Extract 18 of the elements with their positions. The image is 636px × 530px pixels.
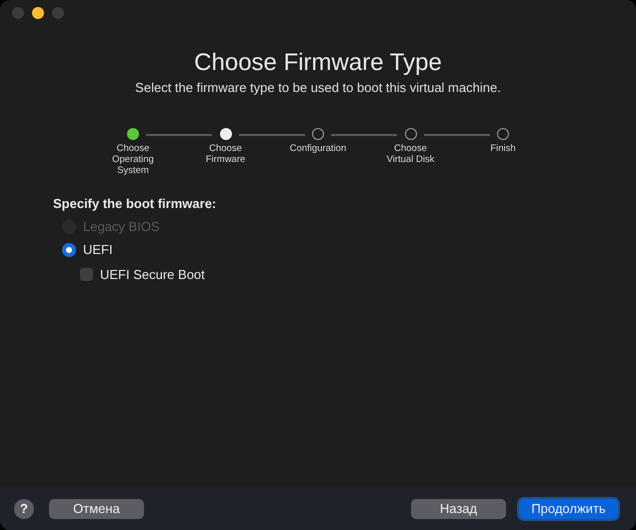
step-label: Choose Virtual Disk [386, 143, 436, 165]
close-light-icon[interactable] [12, 7, 24, 19]
section-heading: Specify the boot firmware: [53, 196, 216, 211]
step-label: Choose Operating System [111, 143, 155, 176]
zoom-light-icon[interactable] [52, 7, 64, 19]
secure-boot-checkbox[interactable]: UEFI Secure Boot [80, 267, 205, 282]
dialog-button[interactable]: Назад [411, 498, 506, 518]
help-button[interactable]: ? [14, 498, 34, 518]
step-label: Finish [489, 143, 517, 154]
continue-button[interactable]: Продолжить [519, 498, 618, 518]
dialog-button[interactable]: Отмена [49, 498, 144, 518]
radio-option: Legacy BIOS [62, 219, 160, 234]
subtitle: Select the firmware type to be used to boot this virtual machine. [135, 80, 501, 95]
radio-option[interactable]: UEFI [62, 242, 160, 257]
window-title: Choose Firmware Type [194, 49, 442, 77]
step-label: Configuration [288, 143, 348, 154]
step-label: Choose Firmware [204, 143, 246, 165]
minimize-light-icon[interactable] [32, 7, 44, 19]
